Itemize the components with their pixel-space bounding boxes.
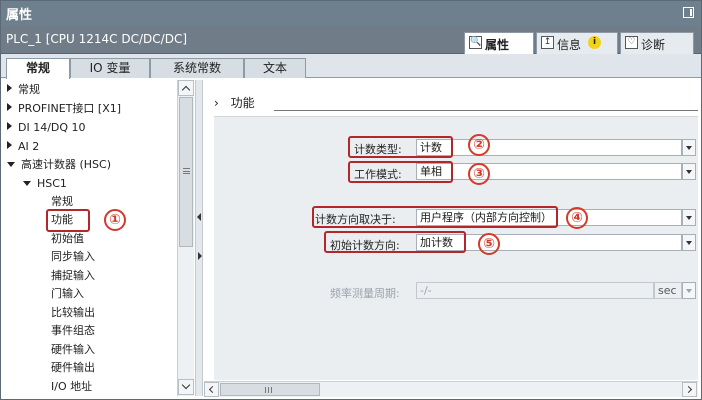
tree-item-general[interactable]: 常规 — [7, 81, 40, 99]
annotation-badge-2: ② — [468, 134, 490, 156]
tree-item-event-config[interactable]: 事件组态 — [51, 322, 95, 340]
chevron-down-icon — [181, 380, 191, 390]
info-icon: ↥ — [541, 36, 554, 49]
collapse-arrow-icon[interactable] — [23, 181, 31, 186]
diagnostics-icon: ♡ — [625, 36, 638, 49]
tree-vertical-scrollbar[interactable] — [177, 80, 194, 396]
tab-texts[interactable]: 文本 — [244, 58, 306, 78]
tree-item-compare-output[interactable]: 比较输出 — [51, 304, 95, 322]
tree-item-function[interactable]: 功能 — [51, 211, 73, 229]
tree-item-capture-input[interactable]: 捕捉输入 — [51, 267, 95, 285]
tree-item-hsc1-general[interactable]: 常规 — [51, 193, 73, 211]
pin-icon[interactable] — [683, 7, 694, 18]
dropdown-arrow-icon[interactable] — [682, 139, 696, 156]
tab-properties-label: 属性 — [485, 38, 510, 52]
tree-item-sync-input[interactable]: 同步输入 — [51, 248, 95, 266]
initial-direction-select[interactable]: 加计数 — [416, 234, 682, 251]
annotation-badge-1: ① — [104, 209, 126, 231]
initial-direction-label: 初始计数方向: — [330, 239, 400, 252]
collapse-arrow-icon[interactable] — [7, 162, 15, 167]
scroll-thumb[interactable] — [179, 97, 193, 247]
navigation-tree: 常规 PROFINET接口 [X1] DI 14/DQ 10 AI 2 高速计数… — [3, 80, 177, 395]
tab-info[interactable]: ↥ 信息 i — [536, 32, 618, 54]
work-mode-label: 工作模式: — [354, 168, 402, 181]
tree-item-di-dq[interactable]: DI 14/DQ 10 — [7, 119, 86, 137]
properties-content: › 功能 计数类型: 计数 工作模式: 单相 计数方向取决于: 用户程序（内部方… — [204, 80, 698, 380]
count-type-label: 计数类型: — [354, 143, 402, 156]
dropdown-arrow-icon[interactable] — [682, 163, 696, 180]
direction-source-label: 计数方向取决于: — [315, 213, 396, 226]
tree-item-gate-input[interactable]: 门输入 — [51, 285, 84, 303]
tab-system-constants[interactable]: 系统常数 — [150, 58, 244, 78]
dropdown-arrow-icon[interactable] — [682, 209, 696, 226]
window-title-bar: 属性 — [0, 0, 702, 26]
work-mode-select[interactable]: 单相 — [416, 163, 682, 180]
window-title: 属性 — [6, 8, 33, 23]
tab-general[interactable]: 常规 — [6, 58, 70, 79]
main-tabs-row: 常规 IO 变量 系统常数 文本 — [0, 54, 702, 79]
section-divider — [274, 110, 698, 111]
chevron-right-icon: › — [214, 96, 219, 110]
tab-properties[interactable]: 🔍 属性 — [464, 32, 534, 54]
section-header[interactable]: › 功能 — [214, 94, 255, 111]
tree-item-hw-output[interactable]: 硬件输出 — [51, 359, 95, 377]
count-type-select[interactable]: 计数 — [416, 139, 682, 156]
tree-item-profinet[interactable]: PROFINET接口 [X1] — [7, 100, 121, 118]
device-name: PLC_1 [CPU 1214C DC/DC/DC] — [6, 32, 188, 46]
panel-splitter[interactable] — [195, 80, 203, 396]
chevron-up-icon — [181, 85, 191, 95]
expand-arrow-icon[interactable] — [7, 84, 12, 92]
tab-diagnostics-label: 诊断 — [641, 38, 666, 52]
annotation-badge-3: ③ — [468, 163, 490, 185]
tree-item-ai[interactable]: AI 2 — [7, 138, 39, 156]
expand-arrow-icon[interactable] — [7, 141, 12, 149]
tab-io-tags[interactable]: IO 变量 — [70, 58, 150, 78]
expand-right-arrow-icon[interactable] — [198, 252, 202, 260]
scroll-right-button[interactable] — [682, 382, 697, 397]
chevron-right-icon — [684, 385, 693, 394]
scroll-down-button[interactable] — [178, 379, 194, 395]
dropdown-arrow-icon — [682, 282, 696, 299]
chevron-left-icon — [208, 385, 217, 394]
collapse-left-arrow-icon[interactable] — [197, 213, 201, 221]
tree-item-hsc[interactable]: 高速计数器 (HSC) — [7, 156, 111, 174]
info-badge-icon: i — [588, 36, 602, 49]
properties-icon: 🔍 — [469, 36, 482, 49]
horizontal-scroll-thumb[interactable] — [220, 383, 320, 396]
tree-item-hw-input[interactable]: 硬件输入 — [51, 341, 95, 359]
device-bar: PLC_1 [CPU 1214C DC/DC/DC] 🔍 属性 ↥ 信息 i ♡… — [0, 26, 702, 54]
grip-icon — [183, 168, 190, 174]
tree-item-io-address[interactable]: I/O 地址 — [51, 378, 92, 396]
section-title: 功能 — [230, 96, 255, 110]
annotation-badge-4: ④ — [566, 207, 588, 229]
expand-arrow-icon[interactable] — [7, 122, 12, 130]
annotation-badge-5: ⑤ — [478, 233, 500, 255]
freq-period-unit: sec — [654, 282, 682, 299]
dropdown-arrow-icon[interactable] — [682, 234, 696, 251]
tab-diagnostics[interactable]: ♡ 诊断 — [620, 32, 694, 54]
freq-period-label: 频率测量周期: — [330, 287, 400, 300]
tree-item-initial-value[interactable]: 初始值 — [51, 230, 84, 248]
freq-period-select: -/- — [416, 282, 654, 299]
scroll-up-button[interactable] — [178, 80, 194, 96]
tab-info-label: 信息 — [557, 38, 582, 52]
content-horizontal-scrollbar[interactable] — [204, 381, 698, 397]
expand-arrow-icon[interactable] — [7, 103, 12, 111]
scroll-left-button[interactable] — [204, 382, 219, 397]
tree-item-hsc1[interactable]: HSC1 — [23, 175, 67, 193]
grip-icon — [265, 387, 272, 393]
direction-source-select[interactable]: 用户程序（内部方向控制） — [416, 209, 682, 226]
